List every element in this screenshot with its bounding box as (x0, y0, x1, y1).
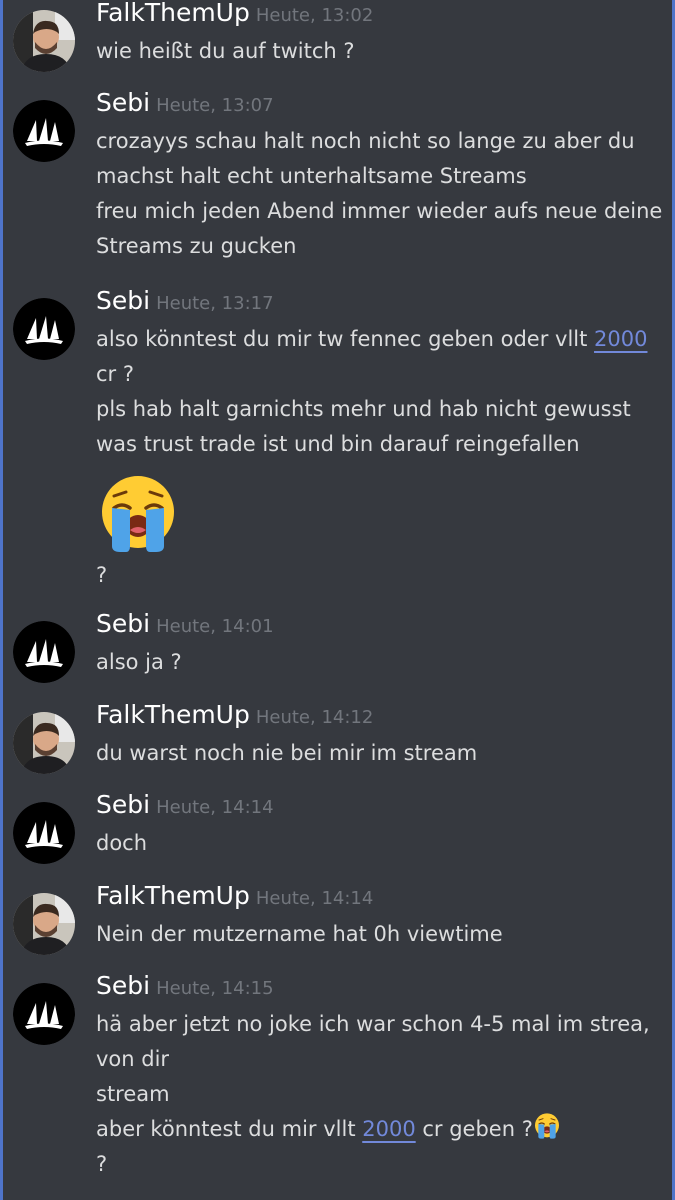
message-text: also könntest du mir tw fennec geben ode… (96, 327, 595, 351)
loudly-crying-face-emoji (533, 1112, 561, 1140)
number-link[interactable]: 2000 (594, 327, 647, 351)
message-body: du warst noch nie bei mir im stream (96, 736, 661, 771)
username[interactable]: FalkThemUp (96, 881, 250, 910)
sail-logo-avatar[interactable] (13, 983, 75, 1045)
message-body: also ja ? (96, 645, 661, 680)
message-line: du warst noch nie bei mir im stream (96, 741, 478, 765)
person-avatar[interactable] (13, 893, 75, 955)
message-text: aber könntest du mir vllt (96, 1117, 363, 1141)
message-line: crozayys schau halt noch nicht so lange … (96, 129, 635, 153)
username[interactable]: Sebi (96, 971, 150, 1000)
username[interactable]: FalkThemUp (96, 700, 250, 729)
message-line: aber könntest du mir vllt 2000 cr geben … (96, 1112, 661, 1147)
sail-logo-avatar[interactable] (13, 100, 75, 162)
sail-logo-avatar[interactable] (13, 298, 75, 360)
message-text: cr geben ? (415, 1117, 533, 1141)
message-line: was trust trade ist und bin darauf reing… (96, 432, 580, 456)
loudly-crying-face-emoji (96, 472, 180, 556)
username[interactable]: FalkThemUp (96, 0, 250, 27)
sail-logo-avatar[interactable] (13, 621, 75, 683)
timestamp: Heute, 14:15 (156, 978, 274, 999)
message-line: Nein der mutzername hat 0h viewtime (96, 922, 503, 946)
timestamp: Heute, 14:14 (156, 797, 274, 818)
number-link[interactable]: 2000 (362, 1117, 415, 1141)
message-body: crozayys schau halt noch nicht so lange … (96, 124, 663, 264)
message-body: also könntest du mir tw fennec geben ode… (96, 322, 661, 593)
message-line: stream (96, 1082, 170, 1106)
message-line: ? (96, 563, 108, 587)
message-line: Streams zu gucken (96, 234, 297, 258)
person-avatar[interactable] (13, 10, 75, 72)
message-body: Nein der mutzername hat 0h viewtime (96, 917, 661, 952)
username[interactable]: Sebi (96, 790, 150, 819)
message-body: hä aber jetzt no joke ich war schon 4-5 … (96, 1007, 661, 1182)
timestamp: Heute, 14:12 (255, 707, 374, 728)
message-line: freu mich jeden Abend immer wieder aufs … (96, 199, 663, 223)
message-line: also könntest du mir tw fennec geben ode… (96, 322, 661, 357)
username[interactable]: Sebi (96, 609, 150, 638)
message-line: also ja ? (96, 650, 182, 674)
sail-logo-avatar[interactable] (13, 802, 75, 864)
message-body: wie heißt du auf twitch ? (96, 34, 661, 69)
message-body: doch (96, 826, 661, 861)
message-line: ? (96, 1152, 108, 1176)
person-avatar[interactable] (13, 712, 75, 774)
message-line: pls hab halt garnichts mehr und hab nich… (96, 397, 631, 421)
timestamp: Heute, 13:02 (255, 5, 374, 26)
timestamp: Heute, 14:01 (156, 616, 274, 637)
message-line: doch (96, 831, 148, 855)
timestamp: Heute, 13:17 (156, 293, 274, 314)
message-line: cr ? (96, 362, 135, 386)
message-line: wie heißt du auf twitch ? (96, 39, 355, 63)
message-line: von dir (96, 1047, 170, 1071)
username[interactable]: Sebi (96, 88, 150, 117)
left-edge-border (0, 0, 3, 1200)
timestamp: Heute, 13:07 (156, 95, 274, 116)
message-line: hä aber jetzt no joke ich war schon 4-5 … (96, 1012, 650, 1036)
username[interactable]: Sebi (96, 286, 150, 315)
timestamp: Heute, 14:14 (255, 888, 374, 909)
message-line: machst halt echt unterhaltsame Streams (96, 164, 527, 188)
